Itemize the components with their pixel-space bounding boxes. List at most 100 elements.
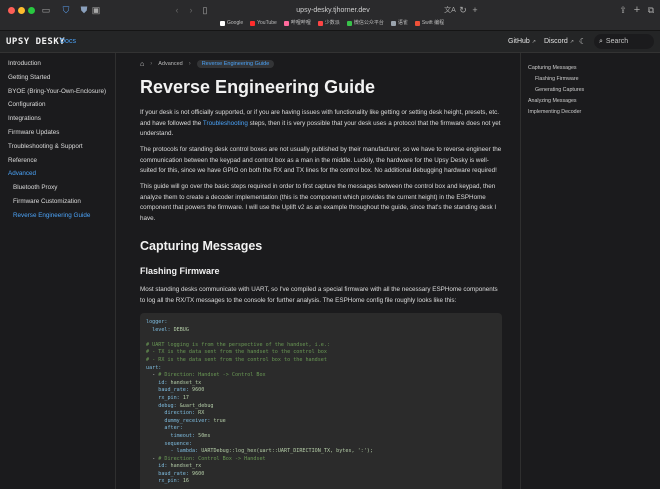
code-token: id: — [146, 463, 171, 470]
bookmark-favicon-icon — [346, 20, 352, 26]
code-token: baud_rate: — [146, 470, 193, 477]
toc-item[interactable]: Capturing Messages — [528, 63, 660, 74]
bookmark-label: Google — [227, 20, 244, 26]
code-token: # - RX is the data sent from the control… — [146, 356, 327, 363]
bookmark-item[interactable]: 微信公众平台 — [346, 18, 384, 28]
sidebar-item-introduction[interactable]: Introduction — [0, 57, 115, 71]
sidebar-item-advanced[interactable]: Advanced — [0, 167, 115, 181]
page-settings-icon[interactable]: ▯ — [200, 4, 210, 17]
code-line: after: — [146, 425, 496, 433]
code-line: # UART logging is from the perspective o… — [146, 342, 496, 350]
code-token: - — [146, 455, 159, 462]
code-line: debug: &uart_debug — [146, 403, 496, 411]
code-token: - — [146, 372, 159, 379]
code-line: - lambda: UARTDebug::log_hex(uart::UART_… — [146, 448, 496, 456]
bookmark-label: 哔哩哔哩 — [290, 20, 311, 26]
chevron-right-icon: › — [150, 61, 153, 67]
address-bar[interactable]: upsy-desky.tjhorner.dev — [214, 3, 452, 18]
nav-discord-link[interactable]: Discord ↗ — [544, 35, 574, 49]
bookmark-item[interactable]: 少数派 — [317, 18, 340, 28]
code-token: &uart_debug — [179, 402, 214, 409]
sidebar-toggle-icon[interactable]: ▭ — [40, 4, 52, 17]
shield-icon[interactable]: ⛉ — [60, 4, 72, 17]
bookmark-favicon-icon — [220, 20, 225, 26]
toc-item[interactable]: Flashing Firmware — [528, 74, 660, 85]
home-icon[interactable]: ⌂ — [140, 61, 144, 68]
site-logo[interactable]: UPSY DESKY — [6, 35, 65, 49]
code-line: id: handset_tx — [146, 380, 496, 388]
code-token: UARTDebug::log_hex(uart::UART_DIRECTION_… — [201, 448, 373, 455]
close-window-button[interactable] — [8, 7, 15, 14]
toc-item[interactable]: Implementing Decoder — [528, 107, 660, 118]
zoom-window-button[interactable] — [28, 7, 35, 14]
code-token: # Direction: Handset -> Control Box — [158, 372, 266, 379]
external-link-icon: ↗ — [531, 39, 536, 45]
sidebar-item-configuration[interactable]: Configuration — [0, 98, 115, 112]
search-button[interactable]: ⌕ Search — [594, 34, 654, 49]
refresh-icon[interactable]: ↻ — [458, 4, 468, 17]
nav-github-link[interactable]: GitHub ↗ — [508, 35, 536, 49]
sidebar-item-reference[interactable]: Reference — [0, 154, 115, 168]
code-token: uart: — [146, 364, 162, 371]
code-line: rx_pin: 16 — [146, 478, 496, 486]
breadcrumb-advanced[interactable]: Advanced — [158, 61, 182, 67]
code-token: sequence: — [146, 440, 193, 447]
search-icon: ⌕ — [599, 38, 603, 45]
docs-sidebar: Introduction Getting Started BYOE (Bring… — [0, 53, 116, 489]
code-block[interactable]: logger: level: DEBUG # UART logging is fr… — [140, 313, 502, 489]
back-arrow-icon[interactable]: ‹ — [172, 4, 182, 17]
code-line: - # Direction: Handset -> Control Box — [146, 372, 496, 380]
sidebar-item-getting-started[interactable]: Getting Started — [0, 71, 115, 85]
forward-arrow-icon[interactable]: › — [186, 4, 196, 17]
bookmark-label: 微信公众平台 — [353, 20, 384, 26]
tab-overview-icon[interactable]: ⧉ — [646, 4, 656, 17]
troubleshooting-link[interactable]: Troubleshooting — [203, 120, 248, 127]
toc-item[interactable]: Generating Captures — [528, 85, 660, 96]
translate-icon[interactable]: 文A — [444, 4, 456, 17]
code-token: id: — [146, 379, 171, 386]
sidebar-item-byoe[interactable]: BYOE (Bring-Your-Own-Enclosure) — [0, 85, 115, 99]
bookmark-favicon-icon — [250, 20, 256, 26]
toc-item[interactable]: Analyzing Messages — [528, 96, 660, 107]
section-heading-capturing-messages: Capturing Messages — [140, 239, 263, 253]
extension-icon[interactable]: ▣ — [90, 4, 102, 17]
add-tab-icon[interactable]: + — [632, 4, 642, 17]
sidebar-item-firmware-customization[interactable]: Firmware Customization — [0, 195, 115, 209]
code-line: level: DEBUG — [146, 327, 496, 335]
sidebar-item-integrations[interactable]: Integrations — [0, 112, 115, 126]
code-line: - # Direction: Control Box -> Handset — [146, 456, 496, 464]
bookmark-label: YouTube — [257, 20, 277, 26]
bookmark-item[interactable]: 语雀 — [390, 18, 408, 28]
new-tab-icon[interactable]: + — [470, 4, 480, 17]
bookmark-label: 语雀 — [397, 20, 408, 26]
share-icon[interactable]: ⇪ — [618, 4, 628, 17]
sidebar-item-firmware-updates[interactable]: Firmware Updates — [0, 126, 115, 140]
theme-toggle-icon[interactable]: ☾ — [579, 36, 586, 48]
nav-docs-link[interactable]: Docs — [60, 35, 76, 49]
sidebar-item-troubleshooting[interactable]: Troubleshooting & Support — [0, 140, 115, 154]
bookmark-favicon-icon — [283, 20, 289, 26]
guide-overview-paragraph: This guide will go over the basic steps … — [140, 183, 497, 222]
privacy-shield-icon[interactable]: ⛊ — [78, 4, 90, 17]
bookmark-item[interactable]: 哔哩哔哩 — [283, 18, 311, 28]
sidebar-item-reverse-engineering[interactable]: Reverse Engineering Guide — [0, 209, 115, 223]
code-token: # Direction: Control Box -> Handset — [158, 455, 266, 462]
site-navbar: UPSY DESKY Docs GitHub ↗ Discord ↗ ☾ ⌕ Sea… — [0, 31, 660, 53]
search-label: Search — [605, 38, 629, 45]
bookmarks-bar: Google YouTube 哔哩哔哩 少数派 微信公众平台 语雀 Swift 编程 — [220, 18, 444, 28]
code-token: handset_rx — [170, 463, 202, 470]
minimize-window-button[interactable] — [18, 7, 25, 14]
code-line: timeout: 50ms — [146, 433, 496, 441]
code-token: dummy_receiver: — [146, 417, 214, 424]
sidebar-item-bluetooth-proxy[interactable]: Bluetooth Proxy — [0, 181, 115, 195]
bookmark-item[interactable]: Google — [220, 18, 243, 28]
protocol-paragraph: The protocols for standing desk control … — [140, 146, 502, 174]
section-heading-flashing-firmware: Flashing Firmware — [140, 266, 220, 276]
table-of-contents: Capturing Messages Flashing Firmware Gener… — [520, 53, 660, 489]
bookmark-item[interactable]: YouTube — [250, 18, 277, 28]
bookmark-item[interactable]: Swift 编程 — [414, 18, 444, 28]
code-line: baud_rate: 9600 — [146, 471, 496, 479]
firmware-paragraph: Most standing desks communicate with UAR… — [140, 286, 498, 304]
bookmark-label: 少数派 — [324, 20, 340, 26]
